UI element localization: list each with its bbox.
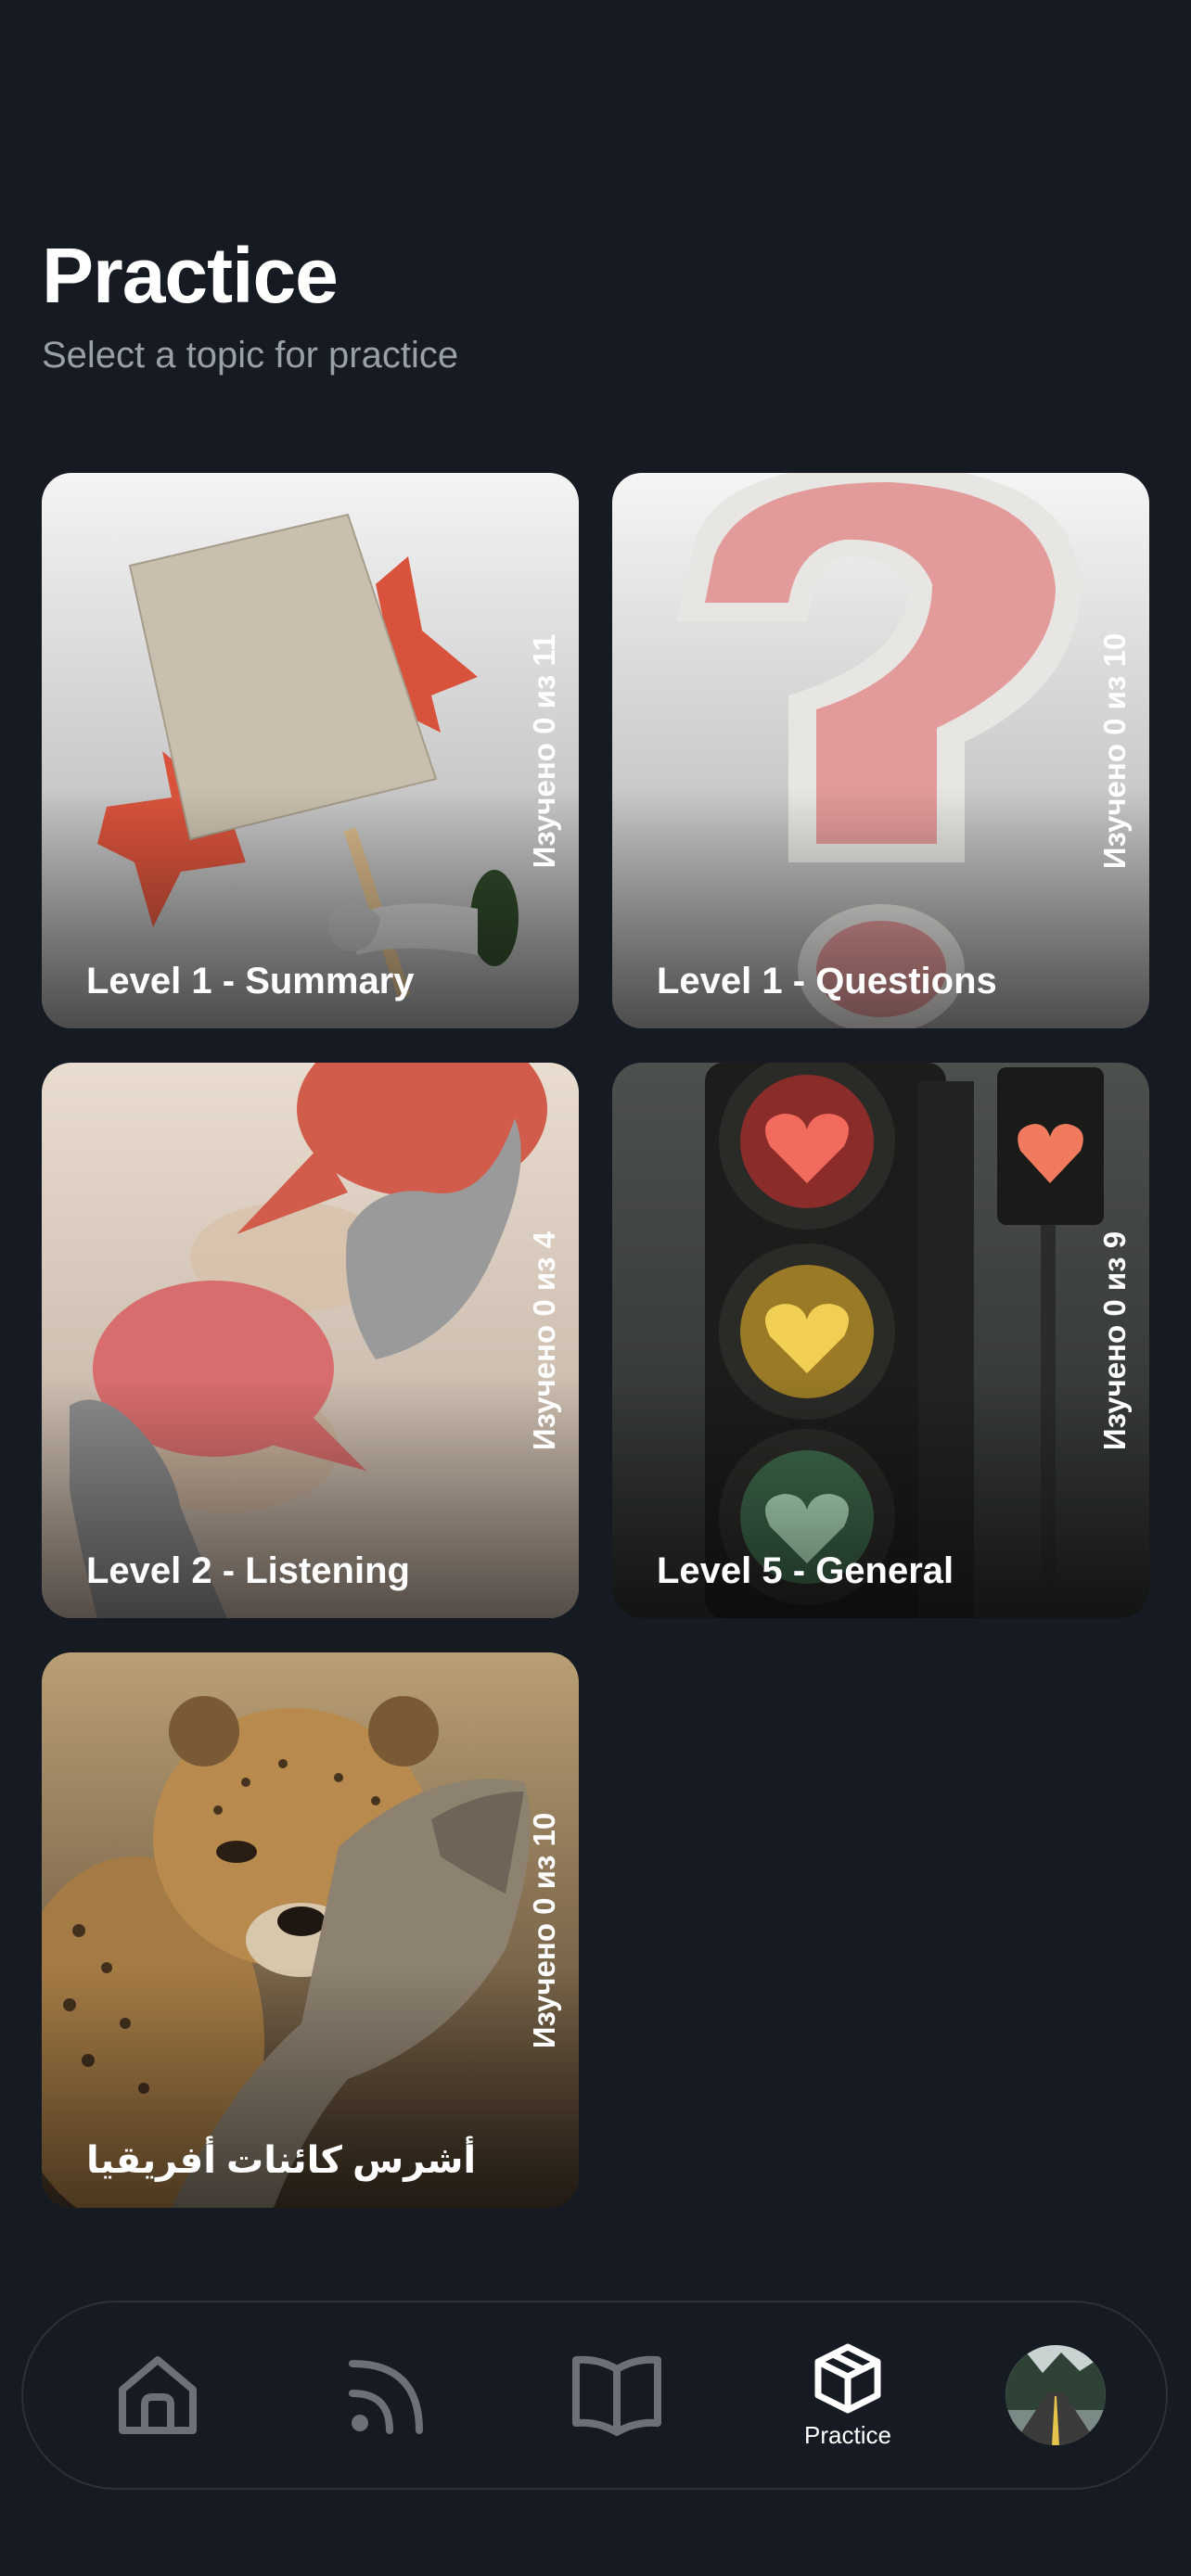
topic-label: Level 2 - Listening: [86, 1550, 410, 1591]
topic-label: أشرس كائنات أفريقيا: [86, 2140, 477, 2181]
topic-card-level1-summary[interactable]: Level 1 - Summary Изучено 0 из 11: [42, 473, 579, 1028]
feed-icon: [349, 2360, 423, 2434]
topic-label: Level 5 - General: [657, 1550, 954, 1591]
topic-label: Level 1 - Summary: [86, 961, 415, 1001]
cube-icon: [814, 2343, 881, 2413]
tab-home[interactable]: [83, 2302, 232, 2488]
tab-practice-label: Practice: [804, 2420, 891, 2449]
topic-card-level2-listening[interactable]: Level 2 - Listening Изучено 0 из 4: [42, 1063, 579, 1618]
topic-progress: Изучено 0 из 10: [527, 1812, 561, 2048]
topic-progress: Изучено 0 из 11: [527, 633, 561, 868]
topic-card-african-animals[interactable]: أشرس كائنات أفريقيا Изучено 0 из 10: [42, 1652, 579, 2208]
bottom-tab-bar: Practice: [21, 2301, 1168, 2490]
topic-card-level1-questions[interactable]: Level 1 - Questions Изучено 0 из 10: [612, 473, 1149, 1028]
tab-feed[interactable]: [314, 2302, 462, 2488]
avatar: [1005, 2345, 1106, 2445]
tab-profile[interactable]: [981, 2302, 1130, 2488]
topic-label: Level 1 - Questions: [657, 961, 997, 1001]
topic-progress: Изучено 0 из 9: [1097, 1231, 1132, 1450]
page-title: Practice: [42, 232, 339, 319]
page-header: Practice Select a topic for practice: [42, 236, 458, 376]
topic-card-level5-general[interactable]: Level 5 - General Изучено 0 из 9: [612, 1063, 1149, 1618]
topic-progress: Изучено 0 из 10: [1097, 632, 1132, 869]
topic-progress: Изучено 0 из 4: [527, 1231, 561, 1450]
home-icon: [119, 2356, 197, 2434]
book-icon: [572, 2355, 661, 2436]
tab-practice[interactable]: Practice: [774, 2302, 922, 2488]
page-subtitle: Select a topic for practice: [42, 335, 459, 376]
tab-library[interactable]: [543, 2302, 691, 2488]
road-photo-avatar: [1005, 2345, 1106, 2445]
